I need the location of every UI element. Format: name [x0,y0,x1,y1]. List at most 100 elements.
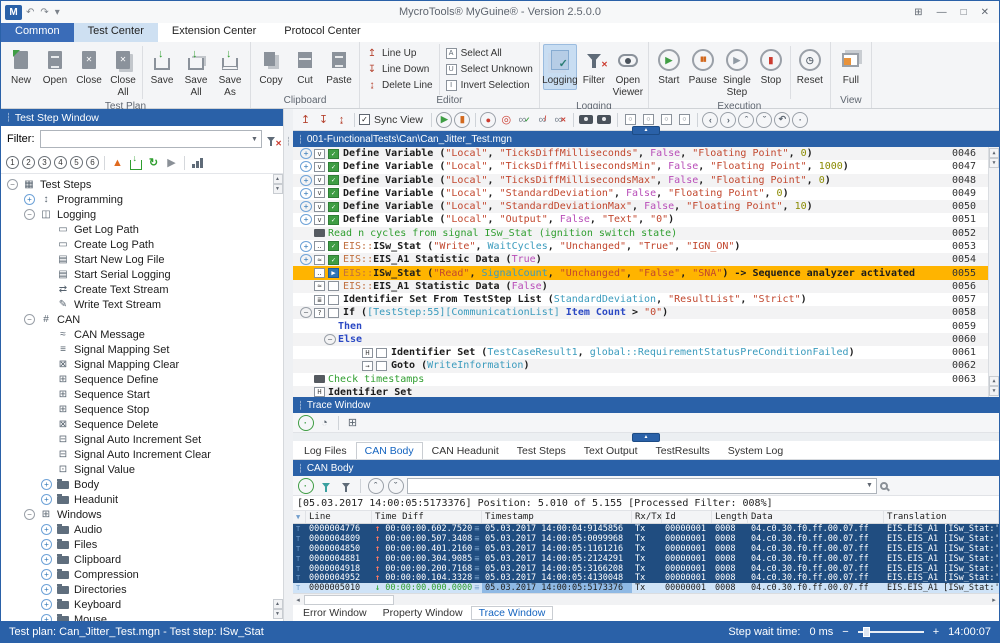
expander-plus-icon[interactable]: + [41,494,52,505]
editor-scrollbar[interactable]: ▲▼ ▲▼ [988,147,999,397]
scroll-right-icon[interactable]: ▸ [989,596,999,604]
trace-row[interactable]: T0000004850↑ 00:00:00.401.2160≡05.03.201… [293,544,999,554]
expander-plus-icon[interactable]: + [24,194,35,205]
test-step-row[interactable]: −Else0060 [293,333,988,346]
expander-plus-icon[interactable]: + [300,161,312,172]
test-step-row[interactable]: +v✓Define Variable ("Local", "TicksDiffM… [293,174,988,187]
checkbox-icon[interactable] [328,281,339,291]
filter-off-icon[interactable] [337,477,354,494]
trace-row[interactable]: T0000004809↑ 00:00:00.507.3408≡05.03.201… [293,534,999,544]
test-step-row[interactable]: ≈EIS::EIS_A1 Statistic Data (False)0056 [293,280,988,293]
column-header-line[interactable]: Line [306,511,372,523]
scroll-down-icon[interactable]: ▼ [273,609,283,619]
breakpoint-4-icon[interactable]: ○ [676,111,693,128]
warning-filter-button[interactable]: ▲ [110,155,125,170]
expander-plus-icon[interactable]: + [41,554,52,565]
clear-filter-button[interactable]: ✕ [267,133,275,145]
save-all-button[interactable]: ↓Save All [179,44,213,101]
save-button[interactable]: ↓Save [145,44,179,90]
expander-plus-icon[interactable]: + [300,148,312,159]
scroll-top-icon[interactable]: ˆ [367,477,384,494]
expander-plus-icon[interactable]: + [300,201,312,212]
logging-button[interactable]: ✓Logging [543,44,577,90]
editor-header[interactable]: ▲ ┆ 001-FunctionalTests\Can\Can_Jitter_T… [293,131,999,147]
tree-item-mouse[interactable]: +Mouse [1,612,283,621]
column-header-length[interactable]: Length [712,511,748,523]
tree-item-get-log-path[interactable]: ▭Get Log Path [1,222,283,237]
line-up-icon[interactable]: ↥ [297,111,314,128]
sync-view-checkbox[interactable]: ✓ [359,111,370,128]
chevron-down-icon[interactable]: ▼ [248,136,261,143]
trace-tab-can-headunit[interactable]: CAN Headunit [423,442,508,459]
filter-combobox[interactable]: ▼ [40,130,263,148]
select-all-button[interactable]: ASelect All [443,46,536,61]
close-button[interactable]: ✕ [981,7,989,18]
test-step-row[interactable]: Then0059 [293,319,988,332]
select-unknown-button[interactable]: USelect Unknown [443,62,536,77]
nav-up-icon[interactable]: ˆ [738,111,755,128]
checkbox-icon[interactable] [376,361,387,371]
pause-button[interactable]: ▮▮Pause [686,44,720,90]
trace-tab-test-steps[interactable]: Test Steps [508,442,575,459]
trace-tab-system-log[interactable]: System Log [719,442,792,459]
refresh-button[interactable]: ↻ [146,155,161,170]
expander-plus-icon[interactable]: + [300,254,312,265]
tree-item-signal-auto-increment-set[interactable]: ⊟Signal Auto Increment Set [1,432,283,447]
test-step-row[interactable]: +v✓Define Variable ("Local", "Output", F… [293,213,988,226]
horizontal-scrollbar[interactable]: ◂ ▸ [293,593,999,605]
grid-icon[interactable]: ⊞ [344,414,361,431]
expander-plus-icon[interactable]: + [41,524,52,535]
redo-button[interactable]: ↷ [40,7,48,18]
line-insert-icon[interactable]: ↨ [333,111,350,128]
scroll-bottom-icon[interactable]: ˇ [387,477,404,494]
collapse-handle[interactable]: ▲ [632,433,660,442]
trace-row[interactable]: T0000004776↑ 00:00:00.602.7520≡05.03.201… [293,524,999,534]
new-button[interactable]: New [4,44,38,90]
scroll-up-icon[interactable]: ▲ [273,174,283,184]
scroll-down-icon[interactable]: ▼ [273,184,283,194]
trace-tab-text-output[interactable]: Text Output [575,442,647,459]
tree-item-keyboard[interactable]: +Keyboard [1,597,283,612]
ribbon-tab-test-center[interactable]: Test Center [74,23,158,42]
play-icon[interactable]: ▶ [328,268,339,278]
priority-1-button[interactable]: 1 [6,156,19,169]
link-remove-icon[interactable]: ∞✕ [552,111,569,128]
maximize-button[interactable]: □ [961,7,967,18]
paste-button[interactable]: Paste [322,44,356,90]
expander-plus-icon[interactable]: + [300,214,312,225]
line-down-icon[interactable]: ↧ [315,111,332,128]
link-edit-icon[interactable]: ∞/ [534,111,551,128]
check-icon[interactable]: ✓ [328,202,339,212]
statistics-button[interactable] [190,155,205,170]
snapshot-alt-icon[interactable] [596,111,613,128]
step-run-button[interactable]: ▶ [164,155,179,170]
ribbon-tab-protocol-center[interactable]: Protocol Center [270,23,374,42]
stop-icon[interactable]: ▮ [454,111,471,128]
cut-button[interactable]: Cut [288,44,322,90]
ribbon-tab-common[interactable]: Common [1,23,74,42]
test-step-row[interactable]: +‥✓EIS::ISw_Stat ("Write", WaitCycles, "… [293,240,988,253]
priority-2-button[interactable]: 2 [22,156,35,169]
expander-minus-icon[interactable]: − [324,334,336,345]
tree-item-signal-auto-increment-clear[interactable]: ⊟Signal Auto Increment Clear [1,447,283,462]
test-step-window-header[interactable]: ┆ Test Step Window [1,109,283,126]
expander-plus-icon[interactable]: + [41,569,52,580]
expander-plus-icon[interactable]: + [300,188,312,199]
trace-filter-input[interactable] [408,479,863,493]
open-viewer-button[interactable]: Open Viewer [611,44,645,101]
expander-plus-icon[interactable]: + [41,614,52,621]
trace-splitter[interactable]: ▲ [293,433,999,441]
test-step-row[interactable]: +v✓Define Variable ("Local", "TicksDiffM… [293,160,988,173]
close-all-button[interactable]: ✕Close All [106,44,140,101]
expander-minus-icon[interactable]: − [24,509,35,520]
tree-item-can[interactable]: −#CAN [1,312,283,327]
nav-prev-icon[interactable]: ‹ [702,111,719,128]
trace-row[interactable]: T0000005010↓ 00:00:00.000.0000≡05.03.201… [293,583,999,593]
tree-item-clipboard[interactable]: +Clipboard [1,552,283,567]
checkbox-icon[interactable] [328,295,339,305]
test-step-row[interactable]: HIdentifier Set (TestCaseResult1, global… [293,346,988,359]
tree-item-signal-mapping-clear[interactable]: ⊠Signal Mapping Clear [1,357,283,372]
start-button[interactable]: ▶Start [652,44,686,90]
minimize-button[interactable]: — [937,7,947,18]
full-button[interactable]: Full [834,44,868,90]
